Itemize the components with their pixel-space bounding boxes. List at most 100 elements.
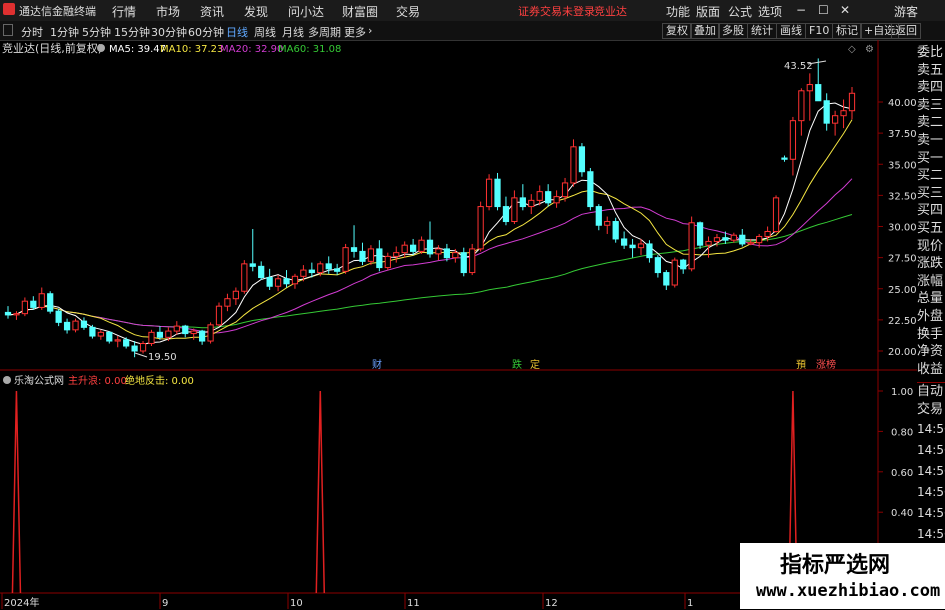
candle[interactable]	[274, 275, 282, 292]
candle[interactable]	[469, 243, 476, 276]
marker-finance[interactable]: 财	[372, 358, 382, 371]
candle[interactable]	[367, 245, 375, 266]
candle[interactable]	[21, 297, 28, 317]
candle[interactable]	[595, 204, 602, 231]
candle[interactable]	[654, 255, 661, 278]
candle[interactable]	[139, 341, 147, 354]
candle[interactable]	[232, 287, 239, 305]
gear-icon[interactable]	[97, 44, 105, 52]
candle[interactable]	[106, 331, 113, 344]
chevron-right-icon[interactable]: ›	[368, 24, 372, 37]
candle[interactable]	[545, 184, 552, 207]
menu-ask[interactable]: 问小达	[288, 3, 324, 20]
candle[interactable]	[410, 238, 417, 256]
menu-layout[interactable]: 版面	[696, 3, 720, 20]
candle[interactable]	[671, 257, 678, 288]
candle[interactable]	[215, 302, 223, 327]
button-mark[interactable]: 标记	[832, 23, 862, 39]
diamond-icon[interactable]: ◇	[848, 44, 856, 55]
menu-news[interactable]: 资讯	[200, 3, 224, 20]
candle[interactable]	[612, 217, 619, 243]
candle[interactable]	[587, 167, 594, 211]
marker-top-gainers[interactable]: 涨榜	[816, 358, 836, 371]
menu-function[interactable]: 功能	[666, 3, 690, 20]
candle[interactable]	[38, 287, 45, 310]
candle[interactable]	[173, 321, 180, 335]
sub-gear-icon[interactable]	[3, 376, 11, 384]
candle[interactable]	[781, 155, 788, 162]
candle[interactable]	[4, 306, 12, 319]
candle[interactable]	[350, 225, 358, 258]
candle[interactable]	[840, 99, 847, 129]
candle[interactable]	[815, 58, 822, 102]
marker-fixed[interactable]: 定	[530, 358, 540, 371]
candle[interactable]	[291, 273, 299, 289]
candle[interactable]	[384, 252, 391, 271]
tab-60min[interactable]: 60分钟	[188, 24, 224, 40]
tab-multi-period[interactable]: 多周期	[308, 24, 341, 40]
candle[interactable]	[97, 329, 104, 340]
menu-market[interactable]: 市场	[156, 3, 180, 20]
button-adjust[interactable]: 复权	[662, 23, 692, 39]
button-overlay[interactable]: 叠加	[690, 23, 720, 39]
candle[interactable]	[249, 228, 256, 272]
candle[interactable]	[418, 236, 425, 254]
candle[interactable]	[528, 194, 535, 215]
candle[interactable]	[798, 88, 805, 136]
candle[interactable]	[156, 326, 164, 340]
candle[interactable]	[89, 324, 96, 339]
auto-trade-title[interactable]: 自动	[917, 383, 945, 401]
candle[interactable]	[80, 317, 88, 330]
candle[interactable]	[376, 240, 383, 272]
candle[interactable]	[258, 261, 265, 281]
candle[interactable]	[123, 337, 130, 349]
candle[interactable]	[511, 190, 518, 225]
candle[interactable]	[283, 270, 290, 288]
candle[interactable]	[696, 221, 704, 249]
auto-trade-title[interactable]: 交易	[917, 401, 945, 419]
candle[interactable]	[207, 322, 214, 344]
candle[interactable]	[604, 216, 611, 234]
candle[interactable]	[806, 73, 813, 121]
close-icon[interactable]: ✕	[840, 3, 850, 17]
button-stats[interactable]: 统计	[747, 23, 777, 39]
candle[interactable]	[114, 336, 121, 348]
candle[interactable]	[13, 311, 20, 320]
candle[interactable]	[393, 246, 400, 263]
login-notice[interactable]: 证券交易未登录	[518, 3, 595, 19]
candle[interactable]	[63, 318, 71, 334]
menu-wealth[interactable]: 财富圈	[342, 3, 378, 20]
maximize-icon[interactable]: ☐	[818, 3, 829, 17]
tab-5min[interactable]: 5分钟	[82, 24, 111, 40]
candle[interactable]	[629, 238, 636, 258]
tab-1min[interactable]: 1分钟	[50, 24, 79, 40]
button-draw[interactable]: 画线	[776, 23, 806, 39]
candle[interactable]	[848, 87, 856, 120]
candle[interactable]	[823, 93, 830, 131]
button-multi-stock[interactable]: 多股	[718, 23, 748, 39]
candle[interactable]	[772, 195, 780, 233]
kline-chart[interactable]: 40.00 37.50 35.00 32.50 30.00 27.50 25.00 22.50…	[0, 40, 917, 609]
candle[interactable]	[739, 228, 746, 247]
candle[interactable]	[502, 196, 510, 226]
candle[interactable]	[426, 221, 434, 258]
candle[interactable]	[485, 174, 493, 211]
candle[interactable]	[148, 329, 155, 347]
candle[interactable]	[435, 245, 442, 261]
candle[interactable]	[570, 139, 577, 187]
button-back[interactable]: 返回	[891, 23, 921, 39]
menu-trade[interactable]: 交易	[396, 3, 420, 20]
collapse-icon[interactable]	[3, 24, 13, 36]
candle[interactable]	[477, 201, 484, 252]
menu-formula[interactable]: 公式	[728, 3, 752, 20]
menu-discover[interactable]: 发现	[244, 3, 268, 20]
settings-icon[interactable]: ⚙	[865, 44, 874, 55]
candle[interactable]	[832, 110, 839, 136]
candle[interactable]	[680, 258, 687, 274]
candle[interactable]	[55, 308, 62, 327]
candle[interactable]	[359, 242, 366, 266]
guest-label[interactable]: 游客	[894, 3, 918, 20]
candle[interactable]	[646, 240, 653, 263]
marker-forecast[interactable]: 預	[796, 359, 806, 371]
candle[interactable]	[663, 270, 670, 290]
